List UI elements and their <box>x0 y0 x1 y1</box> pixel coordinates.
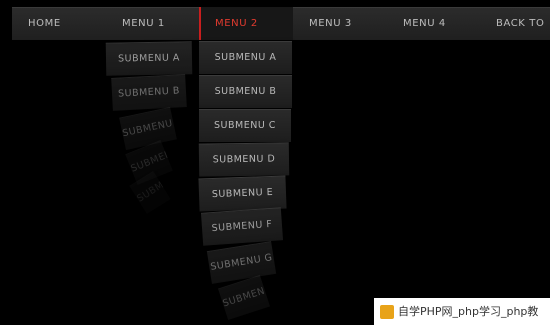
menu1-submenu-a[interactable]: SUBMENU A <box>105 41 193 76</box>
menu2-submenu-f[interactable]: SUBMENU F <box>200 207 284 246</box>
watermark-logo-icon <box>380 305 394 319</box>
menu2-submenu-e[interactable]: SUBMENU E <box>198 175 287 212</box>
menu2-submenu-d[interactable]: SUBMENU D <box>198 142 290 177</box>
nav-item-back-to[interactable]: BACK TO <box>496 7 544 40</box>
site-watermark: 自学PHP网_php学习_php教 <box>374 298 550 325</box>
menu2-submenu-b[interactable]: SUBMENU B <box>199 75 292 108</box>
menu1-submenu-b[interactable]: SUBMENU B <box>111 74 187 111</box>
menu1-submenu-c[interactable]: SUBMENU C <box>119 106 177 151</box>
main-nav-bar: HOME MENU 1 MENU 2 MENU 3 MENU 4 BACK TO <box>12 7 550 40</box>
menu2-submenu-h[interactable]: SUBMENU H <box>217 275 271 320</box>
menu2-submenu-g[interactable]: SUBMENU G <box>206 241 277 284</box>
nav-item-menu-2[interactable]: MENU 2 <box>199 7 293 40</box>
nav-item-menu-4[interactable]: MENU 4 <box>403 7 446 40</box>
nav-item-menu-3[interactable]: MENU 3 <box>309 7 352 40</box>
nav-item-menu-1[interactable]: MENU 1 <box>122 7 165 40</box>
menu2-submenu-c[interactable]: SUBMENU C <box>199 109 291 142</box>
menu2-submenu-a[interactable]: SUBMENU A <box>199 41 292 74</box>
watermark-text: 自学PHP网_php学习_php教 <box>398 305 539 318</box>
nav-item-home[interactable]: HOME <box>28 7 61 40</box>
